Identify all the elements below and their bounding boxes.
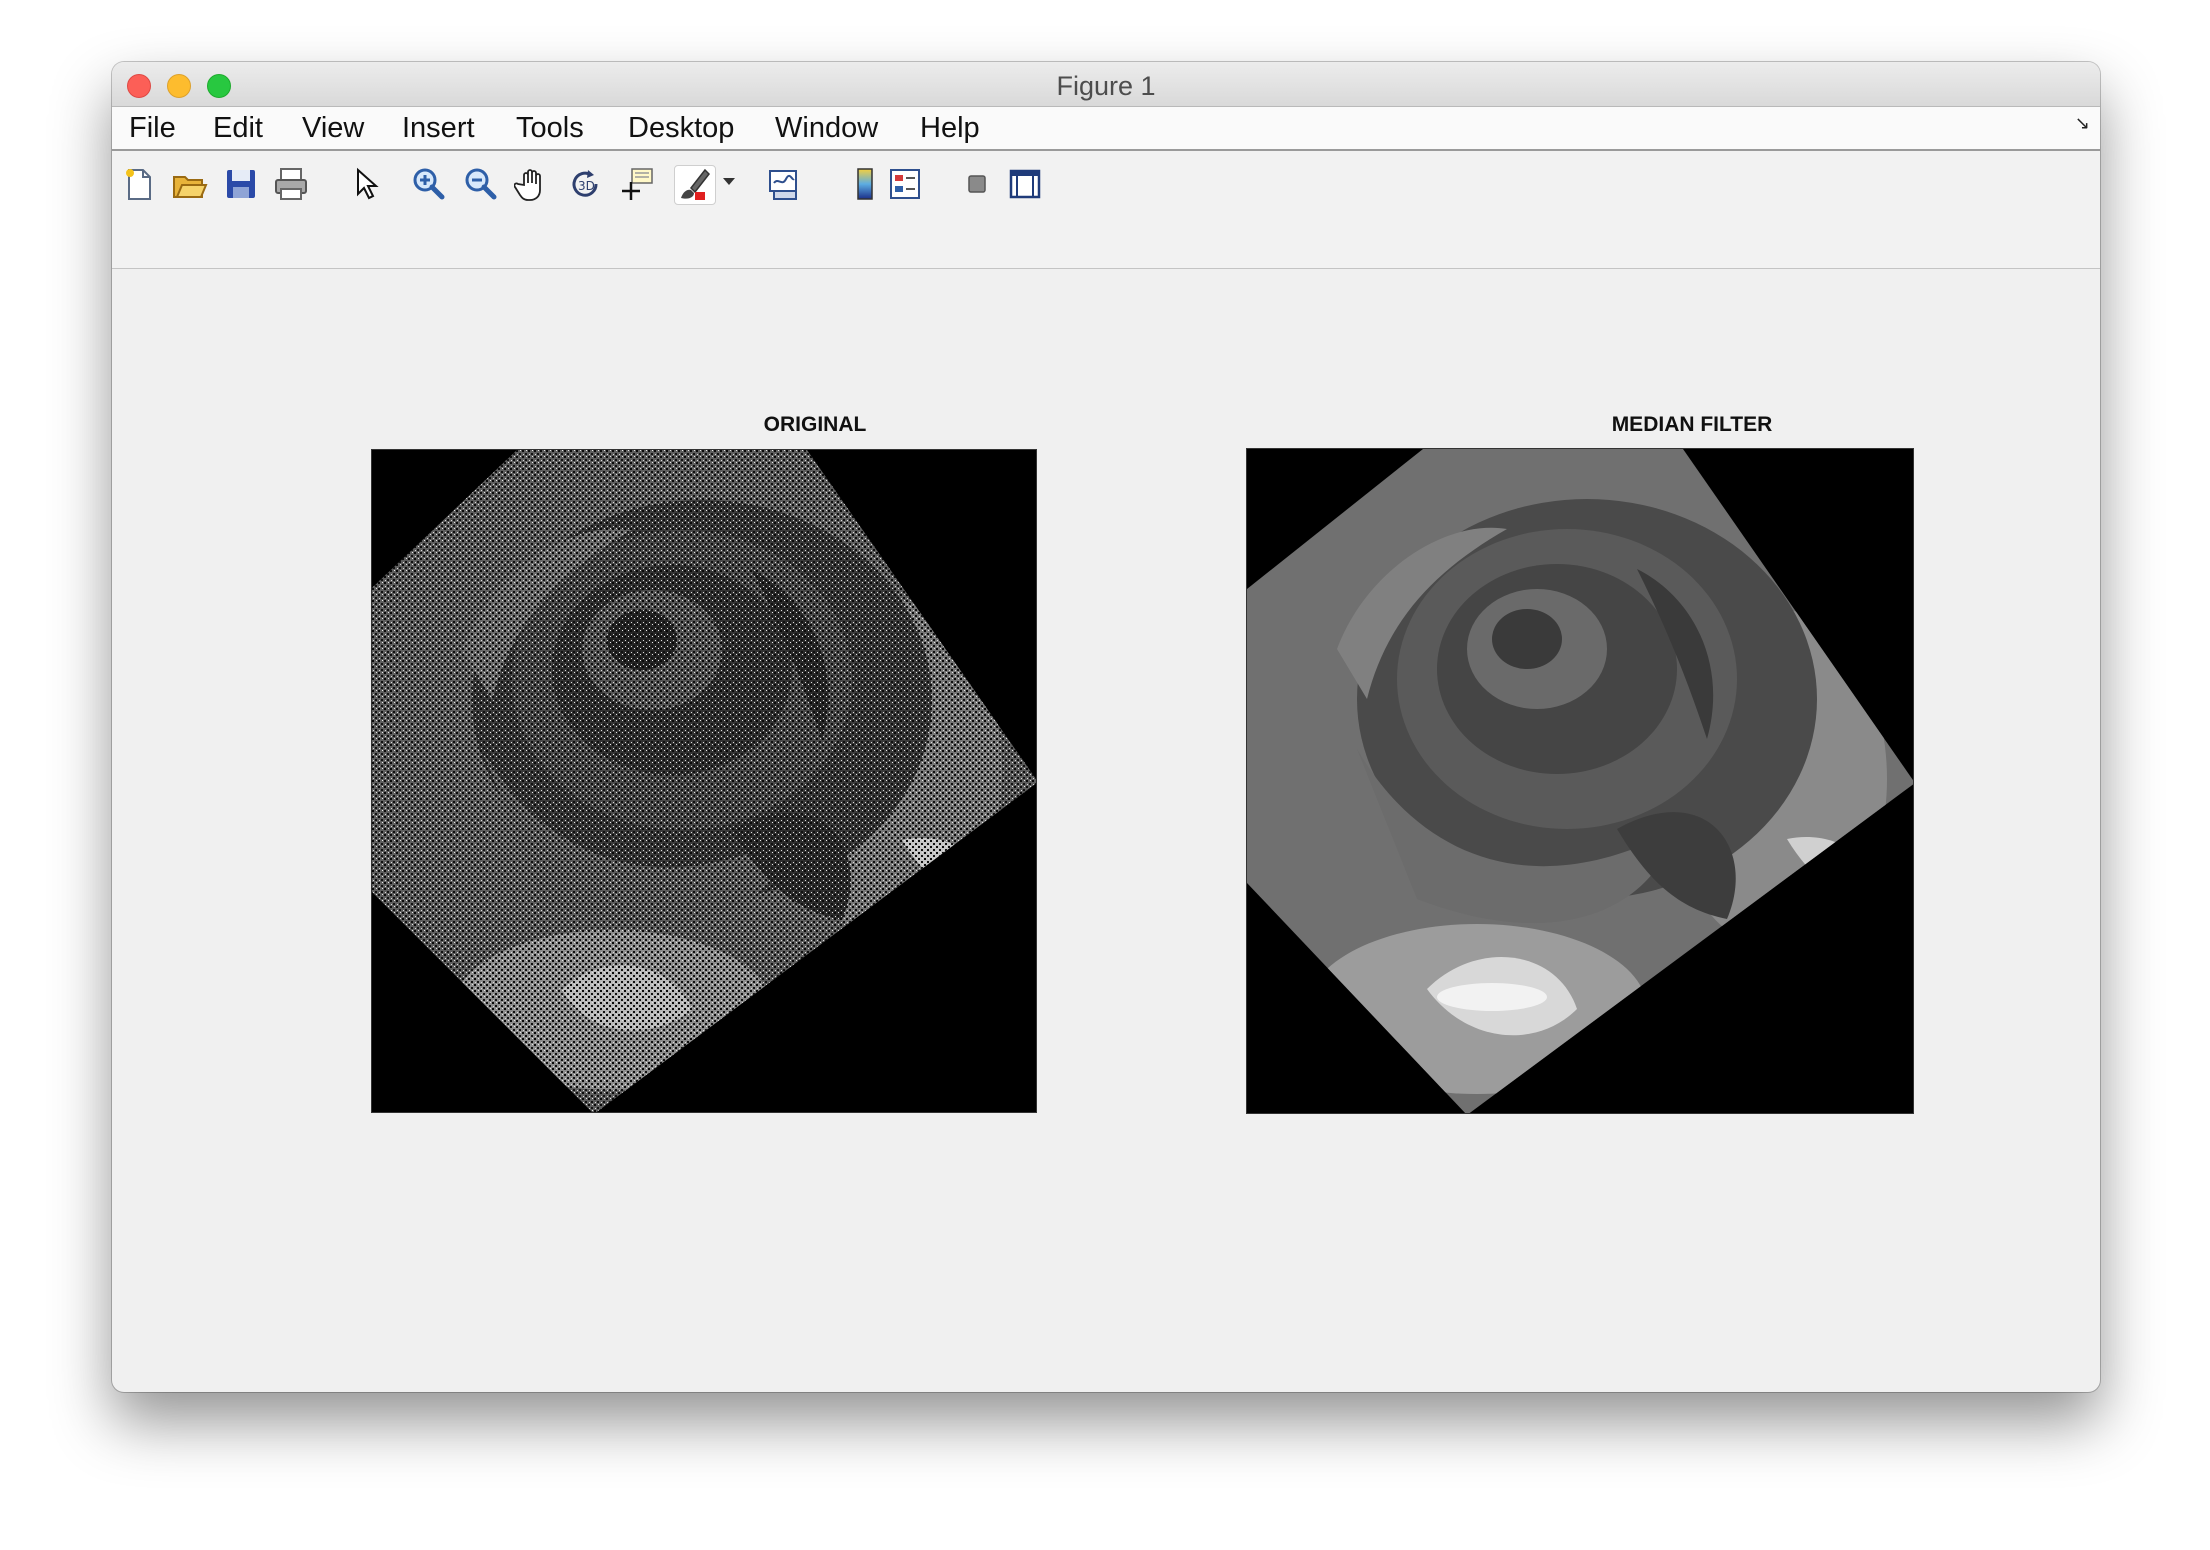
menu-file[interactable]: File <box>129 112 176 145</box>
open-file-icon[interactable] <box>170 165 208 203</box>
image-axes-median-filter <box>1246 448 1914 1114</box>
link-plot-icon[interactable] <box>765 165 803 203</box>
axes-title-original: ORIGINAL <box>763 413 867 436</box>
menu-insert[interactable]: Insert <box>402 112 475 145</box>
menu-view[interactable]: View <box>302 112 364 145</box>
rotate-3d-icon[interactable]: 3D <box>566 165 604 203</box>
figure-toolbar: 3D <box>112 151 2100 269</box>
filtered-rose-image <box>1247 449 1913 1113</box>
menu-bar: File Edit View Insert Tools Desktop Wind… <box>112 107 2100 151</box>
brush-icon[interactable] <box>674 165 716 205</box>
insert-legend-icon[interactable] <box>886 165 924 203</box>
axes-title-median-filter: MEDIAN FILTER <box>1611 413 1773 436</box>
menu-help[interactable]: Help <box>920 112 980 145</box>
noisy-rose-image <box>372 450 1036 1112</box>
zoom-in-icon[interactable] <box>410 165 448 203</box>
menu-tools[interactable]: Tools <box>516 112 584 145</box>
figure-window: Figure 1 File Edit View Insert Tools Des… <box>112 62 2100 1392</box>
brush-dropdown-icon[interactable] <box>723 178 735 185</box>
print-icon[interactable] <box>272 165 310 203</box>
zoom-out-icon[interactable] <box>462 165 500 203</box>
svg-text:3D: 3D <box>578 179 595 193</box>
menu-window[interactable]: Window <box>775 112 878 145</box>
title-bar: Figure 1 <box>112 62 2100 107</box>
menu-edit[interactable]: Edit <box>213 112 263 145</box>
toolbar-toggle-icon[interactable]: ↘ <box>2075 113 2090 134</box>
menu-desktop[interactable]: Desktop <box>628 112 734 145</box>
new-figure-icon[interactable] <box>120 165 158 203</box>
insert-colorbar-icon[interactable] <box>846 165 884 203</box>
image-axes-original <box>371 449 1037 1113</box>
data-cursor-icon[interactable] <box>618 165 656 203</box>
show-plot-tools-icon[interactable] <box>1006 165 1044 203</box>
pan-hand-icon[interactable] <box>514 165 552 203</box>
window-title: Figure 1 <box>1056 71 1156 101</box>
edit-plot-pointer-icon[interactable] <box>346 165 384 203</box>
save-icon[interactable] <box>222 165 260 203</box>
hide-plot-tools-icon[interactable] <box>958 165 996 203</box>
